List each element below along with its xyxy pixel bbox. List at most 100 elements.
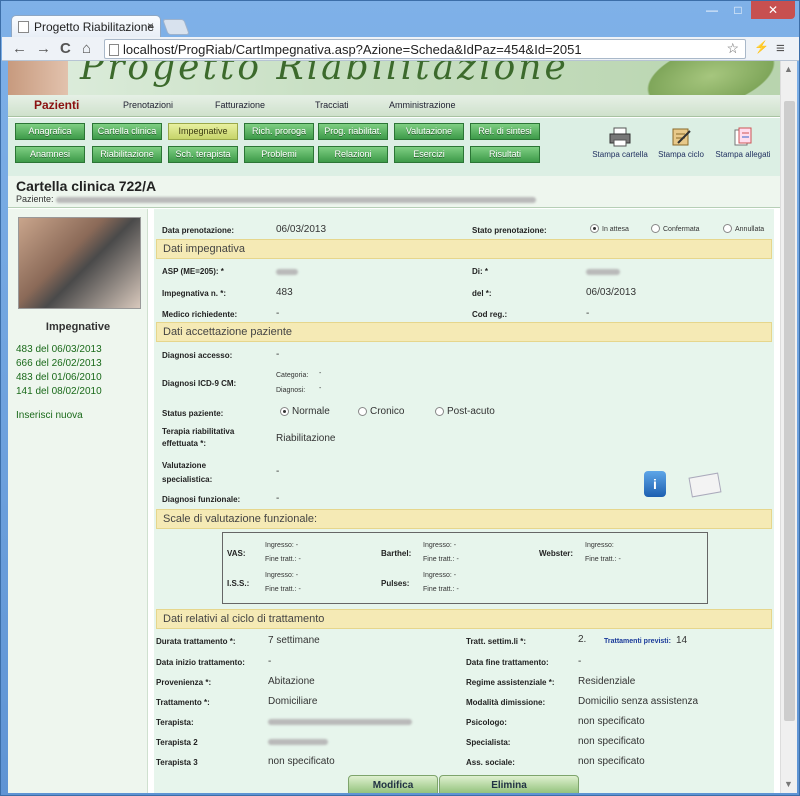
data-prenotazione-label: Data prenotazione: [162, 226, 235, 235]
asp-value-redacted [276, 269, 298, 275]
maximize-button[interactable]: □ [725, 1, 751, 19]
medico-label: Medico richiedente: [162, 310, 238, 319]
impegnativa-link[interactable]: 141 del 08/02/2010 [16, 386, 102, 397]
menu-amministrazione[interactable]: Amministrazione [389, 100, 456, 110]
tratt-settim-label: Tratt. settim.li *: [466, 637, 527, 646]
extension-icon[interactable]: ⚡ [754, 40, 769, 54]
di-label: Di: * [472, 267, 488, 276]
terapista2-value-redacted [268, 739, 328, 745]
terapista-value-redacted [268, 719, 412, 725]
pulses-ingresso: Ingresso: - [423, 572, 457, 579]
impegnativa-link[interactable]: 483 del 01/06/2010 [16, 372, 102, 383]
stato-option-attesa: In attesa [602, 226, 629, 233]
status-radio-cronico[interactable] [358, 407, 367, 416]
di-value-redacted [586, 269, 620, 275]
stato-radio-confermata[interactable] [651, 224, 660, 233]
tratt-settim-value: 2. [578, 634, 587, 645]
scroll-up-icon[interactable]: ▲ [784, 64, 793, 74]
back-icon[interactable]: ← [12, 40, 27, 57]
patient-name-redacted [56, 196, 537, 203]
pulses-fine: Fine tratt.: - [423, 586, 459, 593]
inizio-label: Data inizio trattamento: [156, 658, 245, 667]
webster-fine: Fine tratt.: - [585, 556, 621, 563]
page-icon [109, 44, 119, 56]
provenienza-value: Abitazione [268, 676, 315, 687]
btn-relazioni[interactable]: Relazioni [318, 146, 388, 163]
diagnosi-funzionale-value: - [276, 493, 280, 504]
attachments-icon [734, 127, 752, 146]
del-value: 06/03/2013 [586, 287, 637, 298]
tab-title: Progetto Riabilitazione [34, 20, 155, 34]
minimize-button[interactable]: — [699, 1, 725, 19]
vertical-scrollbar[interactable]: ▲ ▼ [780, 61, 797, 793]
btn-rich-proroga[interactable]: Rich. proroga [244, 123, 314, 140]
scroll-thumb[interactable] [784, 101, 795, 721]
diagnosi-accesso-value: - [276, 349, 280, 360]
cod-reg-label: Cod reg.: [472, 310, 508, 319]
status-radio-normale[interactable] [280, 407, 289, 416]
btn-esercizi[interactable]: Esercizi [394, 146, 464, 163]
home-icon[interactable]: ⌂ [82, 40, 91, 57]
scroll-down-icon[interactable]: ▼ [784, 779, 793, 789]
print-cartella[interactable]: Stampa cartella [588, 127, 652, 159]
ass-sociale-label: Ass. sociale: [466, 758, 515, 767]
icd-label: Diagnosi ICD-9 CM: [162, 379, 237, 388]
barthel-ingresso: Ingresso: - [423, 542, 457, 549]
btn-risultati[interactable]: Risultati [470, 146, 540, 163]
categoria-value: - [319, 370, 322, 377]
provenienza-label: Provenienza *: [156, 678, 212, 687]
terapista3-value: non specificato [268, 756, 335, 767]
data-prenotazione-value: 06/03/2013 [276, 224, 327, 235]
new-tab-button[interactable] [162, 19, 190, 35]
btn-prog-riabilitat[interactable]: Prog. riabilitat. [318, 123, 388, 140]
modifica-button[interactable]: Modifica [348, 775, 438, 793]
forward-icon[interactable]: → [36, 40, 51, 57]
print-cartella-label: Stampa cartella [592, 150, 648, 159]
regime-label: Regime assistenziale *: [466, 678, 555, 687]
insert-new-link[interactable]: Inserisci nuova [16, 410, 83, 421]
cod-reg-value: - [586, 308, 590, 319]
stato-option-annullata: Annullata [735, 226, 765, 233]
menu-fatturazione[interactable]: Fatturazione [215, 100, 265, 110]
stato-radio-attesa[interactable] [590, 224, 599, 233]
btn-valutazione[interactable]: Valutazione [394, 123, 464, 140]
address-bar[interactable]: localhost/ProgRiab/CartImpegnativa.asp?A… [104, 39, 746, 59]
bookmark-star-icon[interactable]: ☆ [726, 40, 739, 57]
btn-sch-terapista[interactable]: Sch. terapista [168, 146, 238, 163]
elimina-button[interactable]: Elimina [439, 775, 579, 793]
menu-pazienti[interactable]: Pazienti [34, 98, 79, 112]
btn-problemi[interactable]: Problemi [244, 146, 314, 163]
durata-value: 7 settimane [268, 635, 320, 646]
print-ciclo-label: Stampa ciclo [658, 150, 704, 159]
scale-barthel: Barthel: [381, 549, 412, 558]
page-title: Cartella clinica 722/A [16, 178, 157, 194]
close-tab-icon[interactable]: × [147, 19, 154, 33]
browser-menu-icon[interactable]: ≡ [776, 40, 785, 57]
btn-cartella-clinica[interactable]: Cartella clinica [92, 123, 162, 140]
reload-icon[interactable]: C [60, 40, 71, 57]
mail-icon[interactable] [688, 472, 722, 498]
page-content: Progetto Riabilitazione Pazienti Prenota… [8, 61, 780, 793]
menu-tracciati[interactable]: Tracciati [315, 100, 349, 110]
close-window-button[interactable]: ✕ [751, 1, 795, 19]
btn-anamnesi[interactable]: Anamnesi [15, 146, 85, 163]
scale-vas: VAS: [227, 549, 246, 558]
scale-iss: I.S.S.: [227, 579, 250, 588]
browser-tab[interactable]: Progetto Riabilitazione × [11, 15, 161, 37]
menu-prenotazioni[interactable]: Prenotazioni [123, 100, 173, 110]
banner-title: Progetto Riabilitazione [80, 61, 569, 88]
btn-rel-di-sintesi[interactable]: Rel. di sintesi [470, 123, 540, 140]
impegnativa-link[interactable]: 483 del 06/03/2013 [16, 344, 102, 355]
btn-anagrafica[interactable]: Anagrafica [15, 123, 85, 140]
btn-impegnative[interactable]: Impegnative [168, 123, 238, 140]
patient-line: Paziente: [16, 194, 537, 204]
impegnativa-n-value: 483 [276, 287, 293, 298]
print-ciclo[interactable]: Stampa ciclo [649, 127, 713, 159]
status-radio-post-acuto[interactable] [435, 407, 444, 416]
stato-radio-annullata[interactable] [723, 224, 732, 233]
window-controls: — □ ✕ [699, 1, 795, 19]
print-allegati[interactable]: Stampa allegati [711, 127, 775, 159]
btn-riabilitazione[interactable]: Riabilitazione [92, 146, 162, 163]
info-icon[interactable]: i [644, 471, 666, 497]
impegnativa-link[interactable]: 666 del 26/02/2013 [16, 358, 102, 369]
